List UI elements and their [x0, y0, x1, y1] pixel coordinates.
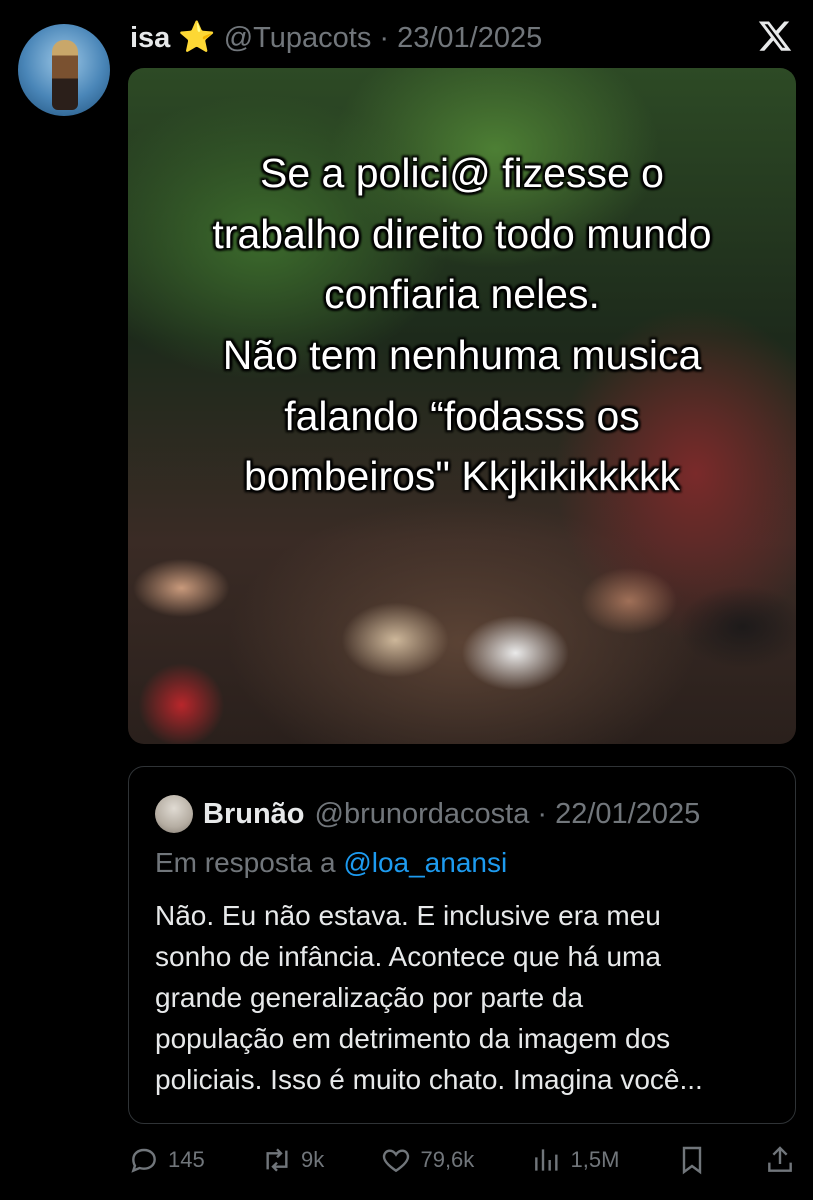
tweet-media-image[interactable]: Se a polici@ fizesse o trabalho direito … [128, 68, 796, 744]
views-icon [534, 1149, 558, 1171]
like-button[interactable]: 79,6k [380, 1144, 474, 1176]
action-bar: 145 9k 79,6k 1,5M [128, 1138, 796, 1182]
reply-prefix: Em resposta a [155, 847, 336, 878]
media-caption-text: Se a polici@ fizesse o trabalho direito … [212, 150, 712, 500]
x-logo-icon [758, 21, 792, 51]
star-icon: ⭐ [178, 21, 216, 54]
like-count: 79,6k [420, 1147, 475, 1172]
share-button[interactable] [764, 1144, 796, 1176]
author-avatar[interactable] [18, 24, 110, 116]
views-count: 1,5M [570, 1147, 620, 1172]
reply-button[interactable]: 145 [128, 1144, 205, 1176]
bookmark-button[interactable] [676, 1144, 708, 1176]
quoted-author-name: Brunão [203, 797, 305, 830]
repost-icon [266, 1148, 288, 1172]
like-icon [383, 1149, 410, 1173]
reply-count: 145 [168, 1147, 205, 1172]
quoted-text: Não. Eu não estava. E inclusive era meu … [155, 900, 703, 1095]
reply-to-link[interactable]: @loa_anansi [343, 847, 507, 878]
quoted-handle-date: @brunordacosta · 22/01/2025 [314, 797, 701, 830]
views-button[interactable]: 1,5M [531, 1144, 620, 1176]
quoted-reply-context: Em resposta a @loa_anansi [155, 847, 507, 879]
quoted-header: Brunão @brunordacosta · 22/01/2025 [155, 795, 700, 833]
quoted-tweet[interactable]: Brunão @brunordacosta · 22/01/2025 Em re… [128, 766, 796, 1124]
reply-icon [131, 1148, 156, 1173]
share-icon [768, 1146, 792, 1172]
tweet-header: isa ⭐ @Tupacots · 23/01/2025 [130, 18, 542, 58]
author-handle-date[interactable]: @Tupacots · 23/01/2025 [224, 22, 543, 55]
author-name[interactable]: isa [130, 22, 170, 55]
bookmark-icon [682, 1146, 701, 1175]
repost-count: 9k [300, 1147, 325, 1172]
quoted-avatar [155, 795, 193, 833]
media-photo-crowd [128, 484, 796, 744]
repost-button[interactable]: 9k [261, 1144, 324, 1176]
